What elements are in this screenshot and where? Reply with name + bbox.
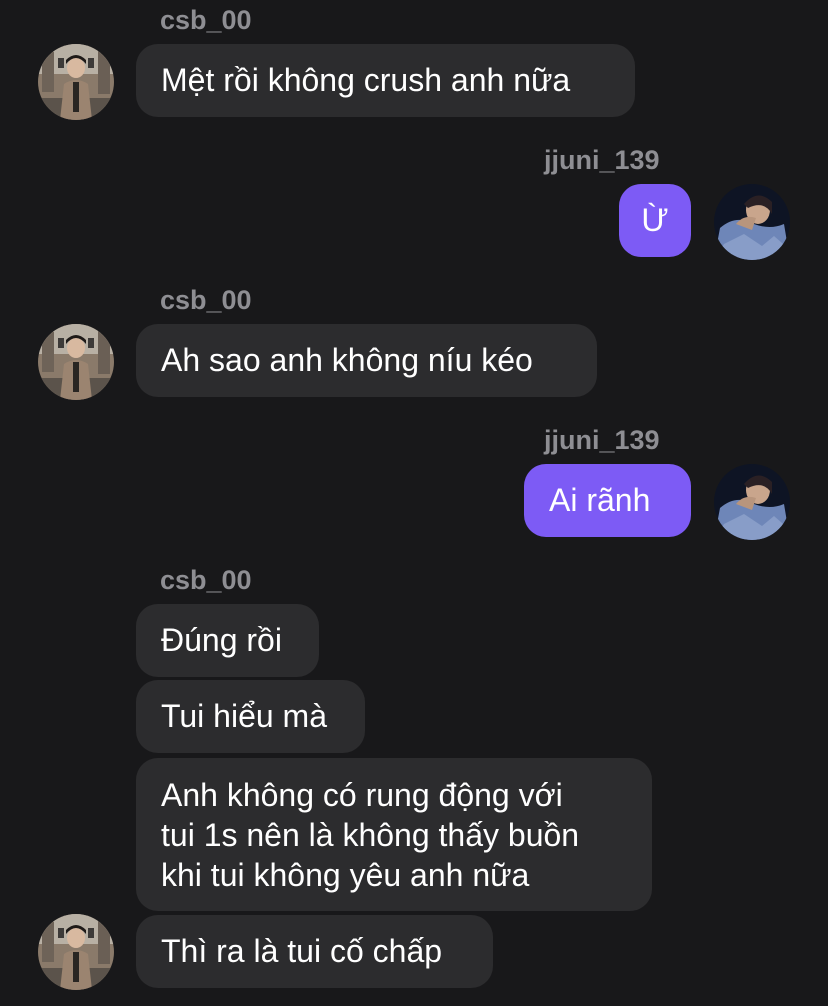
message-bubble-outgoing[interactable]: Ai rãnh: [524, 464, 691, 537]
avatar-jjuni-139[interactable]: [714, 464, 790, 540]
message-bubble-incoming-multiline[interactable]: Anh không có rung động với tui 1s nên là…: [136, 758, 652, 911]
message-bubble-incoming[interactable]: Đúng rồi: [136, 604, 319, 677]
message-line: Anh không có rung động với: [161, 777, 563, 813]
avatar-photo-street-icon: [38, 914, 114, 990]
message-bubble-incoming[interactable]: Tui hiểu mà: [136, 680, 365, 753]
avatar-csb-00[interactable]: [38, 44, 114, 120]
message-bubble-outgoing[interactable]: Ừ: [619, 184, 691, 257]
avatar-photo-blue-shirt-icon: [714, 184, 790, 260]
message-bubble-incoming[interactable]: Thì ra là tui cố chấp: [136, 915, 493, 988]
avatar-photo-street-icon: [38, 44, 114, 120]
sender-username[interactable]: csb_00: [160, 3, 252, 37]
avatar-photo-street-icon: [38, 324, 114, 400]
sender-username[interactable]: jjuni_139: [544, 143, 660, 177]
avatar-csb-00[interactable]: [38, 914, 114, 990]
avatar-jjuni-139[interactable]: [714, 184, 790, 260]
message-bubble-incoming[interactable]: Ah sao anh không níu kéo: [136, 324, 597, 397]
sender-username[interactable]: csb_00: [160, 563, 252, 597]
avatar-photo-blue-shirt-icon: [714, 464, 790, 540]
avatar-csb-00[interactable]: [38, 324, 114, 400]
sender-username[interactable]: jjuni_139: [544, 423, 660, 457]
sender-username[interactable]: csb_00: [160, 283, 252, 317]
message-bubble-incoming[interactable]: Mệt rồi không crush anh nữa: [136, 44, 635, 117]
message-line: tui 1s nên là không thấy buồn: [161, 817, 580, 853]
message-line: khi tui không yêu anh nữa: [161, 857, 530, 893]
